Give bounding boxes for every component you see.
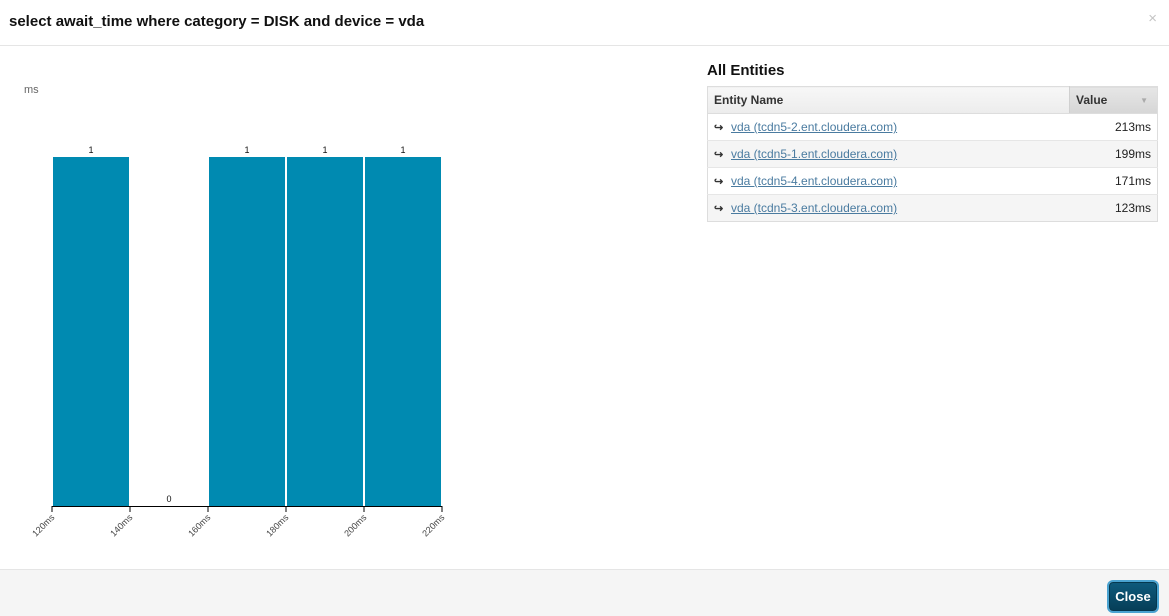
close-button[interactable]: Close xyxy=(1109,582,1157,611)
entity-name-cell: ↪ vda (tcdn5-1.ent.cloudera.com) xyxy=(707,140,1070,168)
external-link-icon[interactable]: ↪ xyxy=(714,148,726,161)
modal-header: select await_time where category = DISK … xyxy=(0,0,1169,46)
entity-value-cell: 171ms xyxy=(1069,167,1158,195)
table-row: ↪ vda (tcdn5-2.ent.cloudera.com) 213ms xyxy=(707,113,1158,141)
x-tick-label: 200ms xyxy=(342,512,369,539)
entity-link[interactable]: vda (tcdn5-2.ent.cloudera.com) xyxy=(731,120,897,134)
bar-count-label: 0 xyxy=(166,494,171,504)
external-link-icon[interactable]: ↪ xyxy=(714,121,726,134)
entity-link[interactable]: vda (tcdn5-4.ent.cloudera.com) xyxy=(731,174,897,188)
column-header-value[interactable]: Value ▼ xyxy=(1069,86,1158,114)
entity-name-cell: ↪ vda (tcdn5-2.ent.cloudera.com) xyxy=(707,113,1070,141)
column-header-entity-name[interactable]: Entity Name xyxy=(707,86,1070,114)
x-tick-label: 160ms xyxy=(186,512,213,539)
x-tick-label: 180ms xyxy=(264,512,291,539)
bar-count-label: 1 xyxy=(244,145,249,155)
close-icon[interactable]: × xyxy=(1148,10,1157,28)
table-row: ↪ vda (tcdn5-4.ent.cloudera.com) 171ms xyxy=(707,167,1158,195)
sort-desc-icon: ▼ xyxy=(1140,96,1148,105)
entity-link[interactable]: vda (tcdn5-1.ent.cloudera.com) xyxy=(731,147,897,161)
histogram-bar xyxy=(365,157,441,506)
table-header-row: Entity Name Value ▼ xyxy=(707,86,1158,114)
modal-title: select await_time where category = DISK … xyxy=(9,13,425,30)
histogram-chart: ms 1 0 1 1 1 120ms 140ms 160ms 180ms 200ms 220ms xyxy=(0,47,690,567)
table-row: ↪ vda (tcdn5-3.ent.cloudera.com) 123ms xyxy=(707,194,1158,222)
entity-value-cell: 213ms xyxy=(1069,113,1158,141)
external-link-icon[interactable]: ↪ xyxy=(714,175,726,188)
entities-panel: All Entities Entity Name Value ▼ ↪ vda (t… xyxy=(707,62,1158,222)
bar-count-label: 1 xyxy=(322,145,327,155)
x-tick-label: 120ms xyxy=(30,512,57,539)
x-tick-label: 220ms xyxy=(420,512,447,539)
entity-name-cell: ↪ vda (tcdn5-4.ent.cloudera.com) xyxy=(707,167,1070,195)
external-link-icon[interactable]: ↪ xyxy=(714,202,726,215)
modal-footer: Close xyxy=(0,569,1169,616)
histogram-bar xyxy=(287,157,363,506)
table-row: ↪ vda (tcdn5-1.ent.cloudera.com) 199ms xyxy=(707,140,1158,168)
x-tick-label: 140ms xyxy=(108,512,135,539)
entity-value-cell: 199ms xyxy=(1069,140,1158,168)
histogram-svg: ms 1 0 1 1 1 120ms 140ms 160ms 180ms 200ms 220ms xyxy=(24,84,447,539)
bar-count-label: 1 xyxy=(400,145,405,155)
entity-value-cell: 123ms xyxy=(1069,194,1158,222)
column-header-value-label: Value xyxy=(1076,93,1108,107)
entity-link[interactable]: vda (tcdn5-3.ent.cloudera.com) xyxy=(731,201,897,215)
y-axis-label: ms xyxy=(24,84,39,96)
entities-title: All Entities xyxy=(707,62,785,79)
entities-table: Entity Name Value ▼ ↪ vda (tcdn5-2.ent.cl… xyxy=(707,86,1158,222)
entity-name-cell: ↪ vda (tcdn5-3.ent.cloudera.com) xyxy=(707,194,1070,222)
histogram-bar xyxy=(53,157,129,506)
histogram-bar xyxy=(209,157,285,506)
bar-count-label: 1 xyxy=(88,145,93,155)
